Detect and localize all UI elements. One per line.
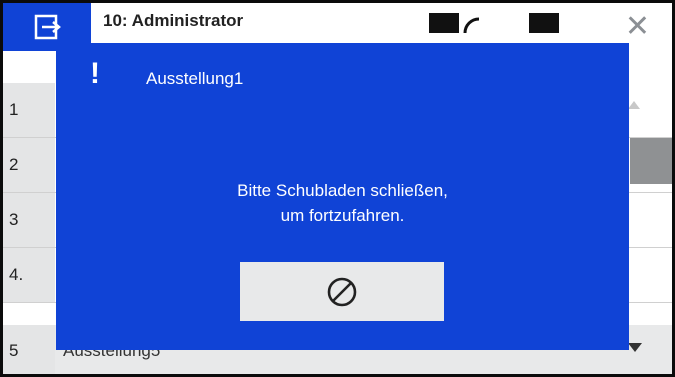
dialog-message: Bitte Schubladen schließen, um fortzufah…: [56, 178, 629, 228]
close-icon[interactable]: ✕: [625, 9, 650, 44]
row-number: 5: [3, 325, 55, 374]
card-reader-icon: [429, 13, 459, 33]
row-number: 1: [3, 83, 55, 137]
scroll-up-icon[interactable]: [628, 101, 640, 109]
prohibited-icon: [327, 277, 357, 306]
dialog-message-line1: Bitte Schubladen schließen,: [237, 181, 448, 200]
barcode-icon: [529, 13, 559, 33]
wifi-icon: [463, 17, 480, 34]
cancel-button[interactable]: [240, 262, 444, 321]
user-title: 10: Administrator: [103, 11, 244, 30]
scrollbar-thumb[interactable]: [630, 138, 672, 184]
row-number: 2: [3, 138, 55, 192]
row-number: 4.: [3, 248, 55, 302]
app-window: 10: Administrator ✕ 1 2 3 4. 5 Ausstellu…: [0, 0, 675, 377]
row-number: 3: [3, 193, 55, 247]
chevron-down-icon[interactable]: [628, 343, 642, 352]
logout-icon: [34, 14, 61, 40]
dialog-title: Ausstellung1: [146, 69, 244, 88]
drawer-alert-dialog: ! Ausstellung1 Bitte Schubladen schließe…: [56, 43, 629, 350]
dialog-message-line2: um fortzufahren.: [280, 206, 405, 225]
exclamation-icon: !: [90, 57, 100, 90]
